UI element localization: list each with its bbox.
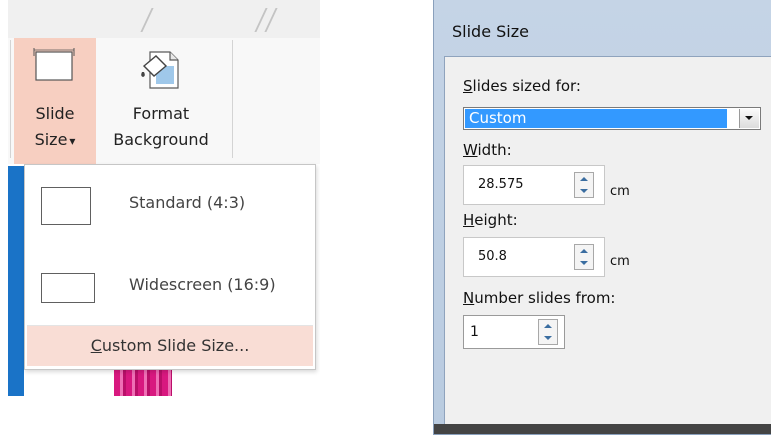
slide-size-dialog: Slide Size Slides sized for: Custom Widt… xyxy=(433,0,771,435)
menu-item-standard-label: Standard (4:3) xyxy=(129,193,246,212)
height-spinner[interactable] xyxy=(574,244,594,270)
dialog-title: Slide Size xyxy=(452,22,529,41)
number-slides-from-value: 1 xyxy=(470,324,479,340)
width-label: Width: xyxy=(463,141,512,159)
number-slides-from-field[interactable]: 1 xyxy=(463,315,565,349)
sized-for-selected-value: Custom xyxy=(465,109,727,128)
spin-down-icon[interactable] xyxy=(575,185,593,197)
format-background-button[interactable]: Format Background xyxy=(100,38,222,164)
spin-up-icon[interactable] xyxy=(575,173,593,185)
height-field[interactable]: 50.8 xyxy=(463,237,605,277)
height-label: Height: xyxy=(463,211,518,229)
width-value: 28.575 xyxy=(478,177,524,192)
slide-size-dropdown-menu: Standard (4:3) Widescreen (16:9) Custom … xyxy=(24,164,316,370)
width-unit: cm xyxy=(610,184,630,199)
ribbon-tab-strip xyxy=(8,0,320,39)
widescreen-16-9-thumbnail-icon xyxy=(41,273,95,303)
ribbon-group: Slide Size ▾ Format Background xyxy=(8,38,320,164)
dialog-bottom-edge xyxy=(434,424,771,434)
ribbon-crop: Slide Size ▾ Format Background Standard (… xyxy=(8,0,320,396)
standard-4-3-thumbnail-icon xyxy=(41,187,91,225)
number-slides-from-label: Number slides from: xyxy=(463,289,616,307)
number-from-spinner[interactable] xyxy=(538,319,558,345)
strip-divider xyxy=(140,8,154,32)
chevron-down-icon[interactable] xyxy=(739,109,759,128)
menu-item-widescreen-label: Widescreen (16:9) xyxy=(129,275,276,294)
menu-item-standard[interactable]: Standard (4:3) xyxy=(25,171,315,235)
height-value: 50.8 xyxy=(478,249,507,264)
paint-bucket-icon xyxy=(141,51,179,89)
width-field[interactable]: 28.575 xyxy=(463,165,605,205)
format-background-label-line1: Format xyxy=(132,104,190,123)
slide-size-icon xyxy=(33,48,75,81)
dropdown-arrow-icon: ▾ xyxy=(69,134,76,148)
menu-item-widescreen[interactable]: Widescreen (16:9) xyxy=(25,253,315,317)
height-unit: cm xyxy=(610,254,630,269)
ribbon-separator xyxy=(232,40,233,158)
spin-down-icon[interactable] xyxy=(539,332,557,344)
sized-for-label: Slides sized for: xyxy=(463,77,581,95)
spin-up-icon[interactable] xyxy=(539,320,557,332)
menu-item-custom-slide-size[interactable]: Custom Slide Size... xyxy=(27,325,313,366)
spin-up-icon[interactable] xyxy=(575,245,593,257)
slide-content-fragment xyxy=(114,368,172,396)
width-spinner[interactable] xyxy=(574,172,594,198)
spin-down-icon[interactable] xyxy=(575,257,593,269)
slides-sized-for-select[interactable]: Custom xyxy=(463,107,761,130)
format-background-label-line2: Background xyxy=(113,130,209,149)
slide-size-button[interactable]: Slide Size ▾ xyxy=(14,38,96,164)
strip-divider xyxy=(264,8,278,32)
slide-size-label-line1: Slide xyxy=(35,104,75,123)
slide-thumbnail-edge xyxy=(8,166,24,396)
dialog-client-area: Slides sized for: Custom Width: 28.575 c… xyxy=(444,56,771,426)
ribbon-separator xyxy=(10,40,11,158)
menu-item-custom-label: Custom Slide Size... xyxy=(90,336,250,355)
slide-size-label-line2: Size ▾ xyxy=(34,130,76,149)
